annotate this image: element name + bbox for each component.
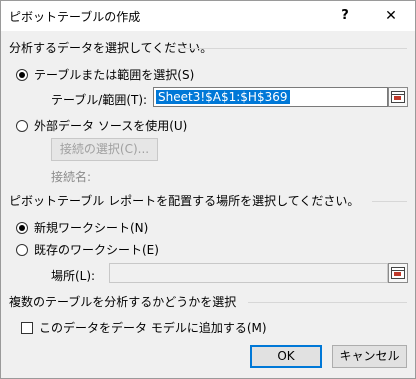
radio-indicator[interactable] bbox=[16, 119, 28, 132]
radio-select-table-range[interactable]: テーブルまたは範囲を選択(S) bbox=[16, 66, 194, 83]
cancel-button[interactable]: キャンセル bbox=[332, 345, 407, 368]
radio-indicator[interactable] bbox=[16, 68, 28, 81]
title-bar: ピボットテーブルの作成 ? ✕ bbox=[1, 1, 415, 31]
connection-name-label: 接続名: bbox=[51, 170, 92, 184]
dialog-title: ピボットテーブルの作成 bbox=[9, 10, 141, 24]
range-input-value: Sheet3!$A$1:$H$369 bbox=[156, 90, 290, 104]
section2-divider bbox=[372, 201, 407, 202]
radio-indicator[interactable] bbox=[16, 221, 28, 234]
range-picker-icon bbox=[391, 267, 405, 279]
section3-heading: 複数のテーブルを分析するかどうかを選択 bbox=[9, 295, 237, 309]
radio-indicator[interactable] bbox=[16, 243, 28, 256]
add-to-data-model-label: このデータをデータ モデルに追加する(M) bbox=[39, 321, 267, 335]
section3-divider bbox=[248, 302, 407, 303]
location-picker-button[interactable] bbox=[388, 263, 408, 283]
radio-select-table-range-label: テーブルまたは範囲を選択(S) bbox=[34, 68, 195, 82]
radio-new-worksheet[interactable]: 新規ワークシート(N) bbox=[16, 219, 148, 236]
range-input[interactable]: Sheet3!$A$1:$H$369 bbox=[153, 87, 388, 107]
radio-external-source-label: 外部データ ソースを使用(U) bbox=[34, 119, 188, 133]
radio-existing-worksheet[interactable]: 既存のワークシート(E) bbox=[16, 241, 159, 258]
radio-external-source[interactable]: 外部データ ソースを使用(U) bbox=[16, 117, 187, 134]
create-pivot-table-dialog: ピボットテーブルの作成 ? ✕ 分析するデータを選択してください。 テーブルまた… bbox=[0, 0, 416, 379]
choose-connection-button[interactable]: 接続の選択(C)... bbox=[51, 138, 158, 161]
section1-divider bbox=[179, 48, 407, 49]
close-button[interactable]: ✕ bbox=[371, 1, 411, 31]
range-label: テーブル/範囲(T): bbox=[51, 93, 148, 107]
section2-heading: ピボットテーブル レポートを配置する場所を選択してください。 bbox=[9, 194, 360, 208]
location-input[interactable] bbox=[109, 263, 388, 283]
ok-button[interactable]: OK bbox=[250, 345, 322, 368]
help-button[interactable]: ? bbox=[325, 1, 365, 31]
radio-existing-worksheet-label: 既存のワークシート(E) bbox=[34, 243, 159, 257]
location-label: 場所(L): bbox=[51, 269, 96, 283]
add-to-data-model-checkbox[interactable]: このデータをデータ モデルに追加する(M) bbox=[21, 319, 267, 336]
checkbox-indicator[interactable] bbox=[21, 321, 33, 334]
radio-new-worksheet-label: 新規ワークシート(N) bbox=[34, 221, 149, 235]
range-picker-button[interactable] bbox=[388, 87, 408, 107]
range-picker-icon bbox=[391, 91, 405, 103]
